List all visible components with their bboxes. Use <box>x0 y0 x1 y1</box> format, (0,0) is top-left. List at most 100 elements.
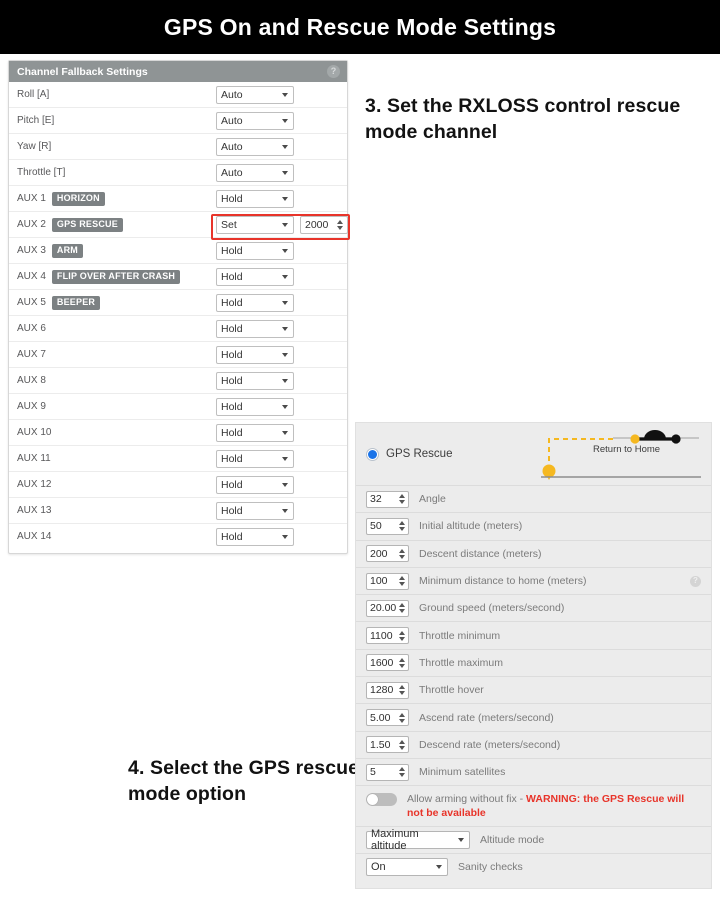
annotation-step-4: 4. Select the GPS rescue mode option <box>128 757 360 805</box>
gps-dropdown[interactable]: Maximum altitude <box>366 828 470 852</box>
fallback-mode-value: Hold <box>221 504 243 517</box>
allow-arming-toggle[interactable] <box>366 793 397 807</box>
fallback-mode-select[interactable]: Hold <box>216 371 294 390</box>
gps-setting-label: Descend rate (meters/second) <box>419 738 561 751</box>
chevron-down-icon <box>282 222 288 227</box>
fallback-mode-value: Hold <box>221 400 243 413</box>
spinner-arrows-icon[interactable] <box>399 657 405 668</box>
channel-name: AUX 10 <box>17 427 52 438</box>
fallback-row: Pitch [E] Auto <box>9 108 347 134</box>
spinner-arrows-icon[interactable] <box>337 219 343 230</box>
fallback-row: AUX 12 Hold <box>9 472 347 498</box>
annotation-step-3: 3. Set the RXLOSS control rescue mode ch… <box>365 95 681 143</box>
fallback-row: Yaw [R] Auto <box>9 134 347 160</box>
gps-value-stepper[interactable]: 5 <box>366 763 409 781</box>
fallback-row: AUX 4 FLIP OVER AFTER CRASH Hold <box>9 264 347 290</box>
chevron-down-icon <box>282 482 288 487</box>
fallback-mode-select[interactable]: Set <box>216 215 294 234</box>
spinner-arrows-icon[interactable] <box>399 712 405 723</box>
radio-button-icon[interactable] <box>366 447 379 461</box>
gps-value-stepper[interactable]: 1100 <box>366 627 409 645</box>
fallback-row: AUX 1 HORIZON Hold <box>9 186 347 212</box>
gps-value-stepper[interactable]: 1600 <box>366 654 409 672</box>
fallback-mode-select[interactable]: Hold <box>216 189 294 208</box>
gps-value: 100 <box>370 575 388 588</box>
gps-dropdown[interactable]: On <box>366 858 448 877</box>
gps-setting-label: Ascend rate (meters/second) <box>419 711 554 724</box>
page-title: GPS On and Rescue Mode Settings <box>163 13 557 40</box>
fallback-mode-select[interactable]: Hold <box>216 241 294 260</box>
fallback-mode-select[interactable]: Auto <box>216 163 294 182</box>
channel-name: Yaw [R] <box>17 141 52 152</box>
allow-arming-without-fix-row[interactable]: Allow arming without fix - WARNING: the … <box>356 785 711 825</box>
gps-setting-row: 5.00 Ascend rate (meters/second) <box>356 703 711 730</box>
fallback-value-stepper[interactable]: 2000 <box>300 215 348 234</box>
fallback-mode-select[interactable]: Hold <box>216 397 294 416</box>
gps-select-row: Maximum altitude Altitude mode <box>356 825 711 853</box>
fallback-row: AUX 8 Hold <box>9 368 347 394</box>
fallback-mode-value: Hold <box>221 192 243 205</box>
gps-value: 5.00 <box>370 711 391 724</box>
fallback-row: Throttle [T] Auto <box>9 160 347 186</box>
spinner-arrows-icon[interactable] <box>399 685 405 696</box>
gps-value-stepper[interactable]: 20.00 <box>366 599 409 617</box>
fallback-mode-select[interactable]: Hold <box>216 449 294 468</box>
mode-badge: HORIZON <box>51 191 105 206</box>
spinner-arrows-icon[interactable] <box>399 739 405 750</box>
fallback-mode-select[interactable]: Hold <box>216 293 294 312</box>
chevron-down-icon <box>282 534 288 539</box>
channel-name: AUX 13 <box>17 505 52 516</box>
gps-value-stepper[interactable]: 1280 <box>366 681 409 699</box>
fallback-mode-select[interactable]: Hold <box>216 319 294 338</box>
chevron-down-icon <box>282 352 288 357</box>
fallback-mode-select[interactable]: Auto <box>216 137 294 156</box>
spinner-arrows-icon[interactable] <box>399 494 405 505</box>
channel-name: AUX 11 <box>17 453 51 464</box>
spinner-arrows-icon[interactable] <box>399 548 405 559</box>
fallback-row-controls: Hold <box>216 501 294 520</box>
spinner-arrows-icon[interactable] <box>399 767 405 778</box>
fallback-row-controls: Auto <box>216 163 294 182</box>
gps-value-stepper[interactable]: 100 <box>366 572 409 590</box>
gps-dropdown-value: On <box>371 861 386 874</box>
fallback-mode-select[interactable]: Auto <box>216 85 294 104</box>
fallback-mode-select[interactable]: Hold <box>216 527 294 546</box>
gps-value-stepper[interactable]: 50 <box>366 517 409 535</box>
spinner-arrows-icon[interactable] <box>399 630 405 641</box>
fallback-row-controls: Hold <box>216 345 294 364</box>
return-to-home-illustration: Return to Home <box>541 430 701 480</box>
spinner-arrows-icon[interactable] <box>399 576 405 587</box>
gps-rescue-radio-option[interactable]: GPS Rescue <box>366 447 452 461</box>
gps-value-stepper[interactable]: 200 <box>366 545 409 563</box>
gps-value-stepper[interactable]: 1.50 <box>366 736 409 754</box>
gps-numeric-row-list: 32 Angle 50 Initial altitude (meters) 200 Des… <box>356 485 711 785</box>
fallback-mode-select[interactable]: Hold <box>216 267 294 286</box>
gps-value: 1280 <box>370 684 394 697</box>
fallback-mode-select[interactable]: Hold <box>216 475 294 494</box>
gps-value-stepper[interactable]: 32 <box>366 490 409 508</box>
question-mark-icon[interactable]: ? <box>327 65 340 78</box>
panel-header: Channel Fallback Settings ? <box>9 61 347 82</box>
gps-value: 200 <box>370 547 388 560</box>
gps-value: 50 <box>370 520 382 533</box>
spinner-arrows-icon[interactable] <box>399 603 405 614</box>
question-mark-icon[interactable]: ? <box>690 575 701 587</box>
channel-name: AUX 2 <box>17 219 46 230</box>
gps-setting-row: 1100 Throttle minimum <box>356 621 711 648</box>
chevron-down-icon <box>282 508 288 513</box>
gps-value-stepper[interactable]: 5.00 <box>366 709 409 727</box>
fallback-mode-value: Auto <box>221 140 243 153</box>
fallback-mode-select[interactable]: Auto <box>216 111 294 130</box>
fallback-mode-select[interactable]: Hold <box>216 423 294 442</box>
gps-setting-label: Throttle minimum <box>419 629 501 642</box>
fallback-mode-select[interactable]: Hold <box>216 501 294 520</box>
spinner-arrows-icon[interactable] <box>399 521 405 532</box>
chevron-down-icon <box>282 404 288 409</box>
gps-value: 20.00 <box>370 602 397 615</box>
fallback-mode-value: Hold <box>221 244 243 257</box>
gps-setting-row: 200 Descent distance (meters) <box>356 539 711 567</box>
gps-setting-label: Throttle hover <box>419 684 484 697</box>
fallback-mode-select[interactable]: Hold <box>216 345 294 364</box>
chevron-down-icon <box>282 170 288 175</box>
fallback-mode-value: Auto <box>221 88 243 101</box>
